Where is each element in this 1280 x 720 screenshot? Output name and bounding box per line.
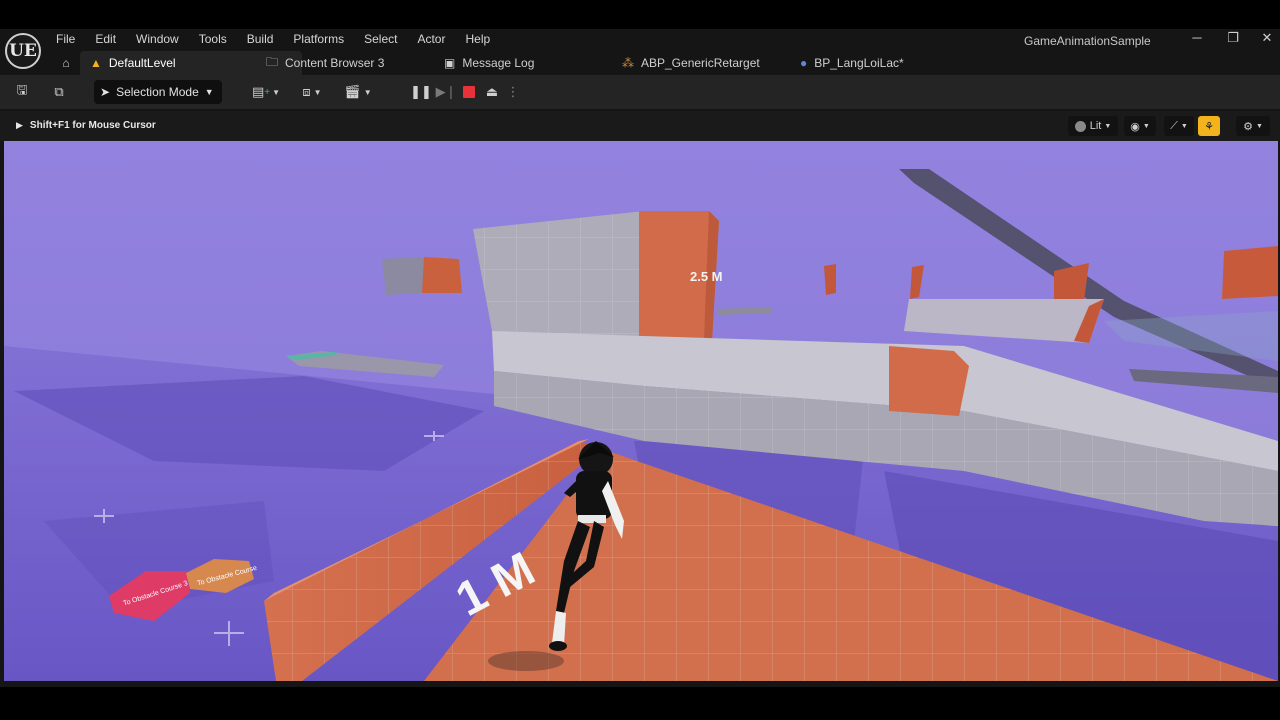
pause-icon[interactable]: ❚❚ [410,81,432,103]
mid-orange-block [889,346,969,416]
menu-help[interactable]: Help [465,32,490,46]
viewport-toolbar: ▶ Shift+F1 for Mouse Cursor Lit ▼ ◉ ▼ ⟋ ▼ … [0,111,1280,141]
cinematics-icon[interactable]: 🎬︎ ▼ [342,81,374,103]
restore-button[interactable]: ❐ [1224,30,1242,46]
wall-label-tall: 2.5 M [690,269,723,284]
step-frame-icon[interactable]: ▶❘ [436,81,457,103]
viewport-settings-icon[interactable]: ⚙ ▼ [1236,116,1270,136]
menu-file[interactable]: File [56,32,75,46]
view-mode-label: Lit [1089,120,1102,132]
lit-sphere-icon [1074,120,1086,132]
folder-icon: 🗀 [266,54,279,69]
snapping-icon[interactable]: ⟋ ▼ [1164,116,1194,136]
menu-bar: UE File Edit Window Tools Build Platform… [0,29,1280,69]
main-toolbar: 🖫 ⧉ ➤ Selection Mode ▼ ▤ + ▼ ⧈ ▼ 🎬︎ ▼ ❚❚ ▶❘ … [0,75,1280,109]
close-button[interactable]: ✕ [1258,30,1276,46]
browse-icon[interactable]: ⧉ [48,81,70,103]
blueprint-menu-icon[interactable]: ⧈ ▼ [296,81,328,103]
menu-items: File Edit Window Tools Build Platforms S… [56,32,510,46]
menu-actor[interactable]: Actor [417,32,445,46]
tab-label: DefaultLevel [108,56,176,70]
menu-edit[interactable]: Edit [95,32,116,46]
hint-text: Shift+F1 for Mouse Cursor [29,120,156,131]
window-titlebar-strip [0,0,1280,29]
tab-bp-langloilac[interactable]: ● BP_LangLoiLac* [800,51,970,75]
tab-message-log[interactable]: ▣ Message Log [444,51,604,75]
chevron-down-icon: ▼ [204,87,214,97]
home-icon[interactable]: ⌂ [56,51,76,75]
mouse-cursor-hint: ▶ Shift+F1 for Mouse Cursor [16,120,156,131]
menu-tools[interactable]: Tools [199,32,227,46]
tab-label: ABP_GenericRetarget [641,56,760,70]
stop-icon[interactable] [460,81,478,103]
view-mode-dropdown[interactable]: Lit ▼ [1068,116,1118,136]
unreal-logo-icon[interactable]: UE [5,33,41,69]
add-actor-icon[interactable]: ▤ + ▼ [250,81,282,103]
floating-block-orange [422,257,462,293]
project-name: GameAnimationSample [1024,34,1151,48]
realtime-toggle-icon[interactable]: ⚘ [1198,116,1220,136]
save-icon[interactable]: 🖫 [12,81,32,103]
tall-wall-grid [473,211,644,346]
show-flags-eye-icon[interactable]: ◉ ▼ [1124,116,1156,136]
tab-abp-generic-retarget[interactable]: ⁂ ABP_GenericRetarget [622,51,792,75]
selection-mode-dropdown[interactable]: ➤ Selection Mode ▼ [94,80,222,104]
cursor-icon: ➤ [100,85,111,99]
blueprint-icon: ● [800,56,808,70]
pointer-icon: ▶ [16,120,23,130]
unreal-editor-window: UE File Edit Window Tools Build Platform… [0,29,1280,687]
eject-icon[interactable]: ⏏ [483,81,501,103]
tab-label: Message Log [462,56,535,70]
floating-pillar [824,264,836,295]
level-icon: ▲ [90,56,102,70]
menu-window[interactable]: Window [136,32,179,46]
document-tabs: ⌂ ▲ DefaultLevel 🗀 Content Browser 3 ▣ M… [48,51,1280,75]
menu-platforms[interactable]: Platforms [293,32,344,46]
far-block [1222,246,1278,299]
menu-select[interactable]: Select [364,32,397,46]
minimize-button[interactable]: ─ [1188,30,1206,45]
floating-block [382,257,424,295]
menu-build[interactable]: Build [247,32,274,46]
anim-blueprint-icon: ⁂ [622,56,634,70]
tab-label: Content Browser 3 [285,56,385,70]
bottom-black-bar [0,687,1280,720]
level-viewport[interactable]: 2.5 M 1 M To Obstacle Course 3 To Obstac… [4,141,1278,681]
more-options-icon[interactable]: ⋮ [507,81,520,103]
log-icon: ▣ [444,56,456,70]
viewport-scene: 2.5 M 1 M To Obstacle Course 3 To Obstac… [4,141,1278,681]
tab-label: BP_LangLoiLac* [814,56,904,70]
selection-mode-label: Selection Mode [116,85,199,99]
tab-content-browser[interactable]: 🗀 Content Browser 3 [266,51,436,75]
